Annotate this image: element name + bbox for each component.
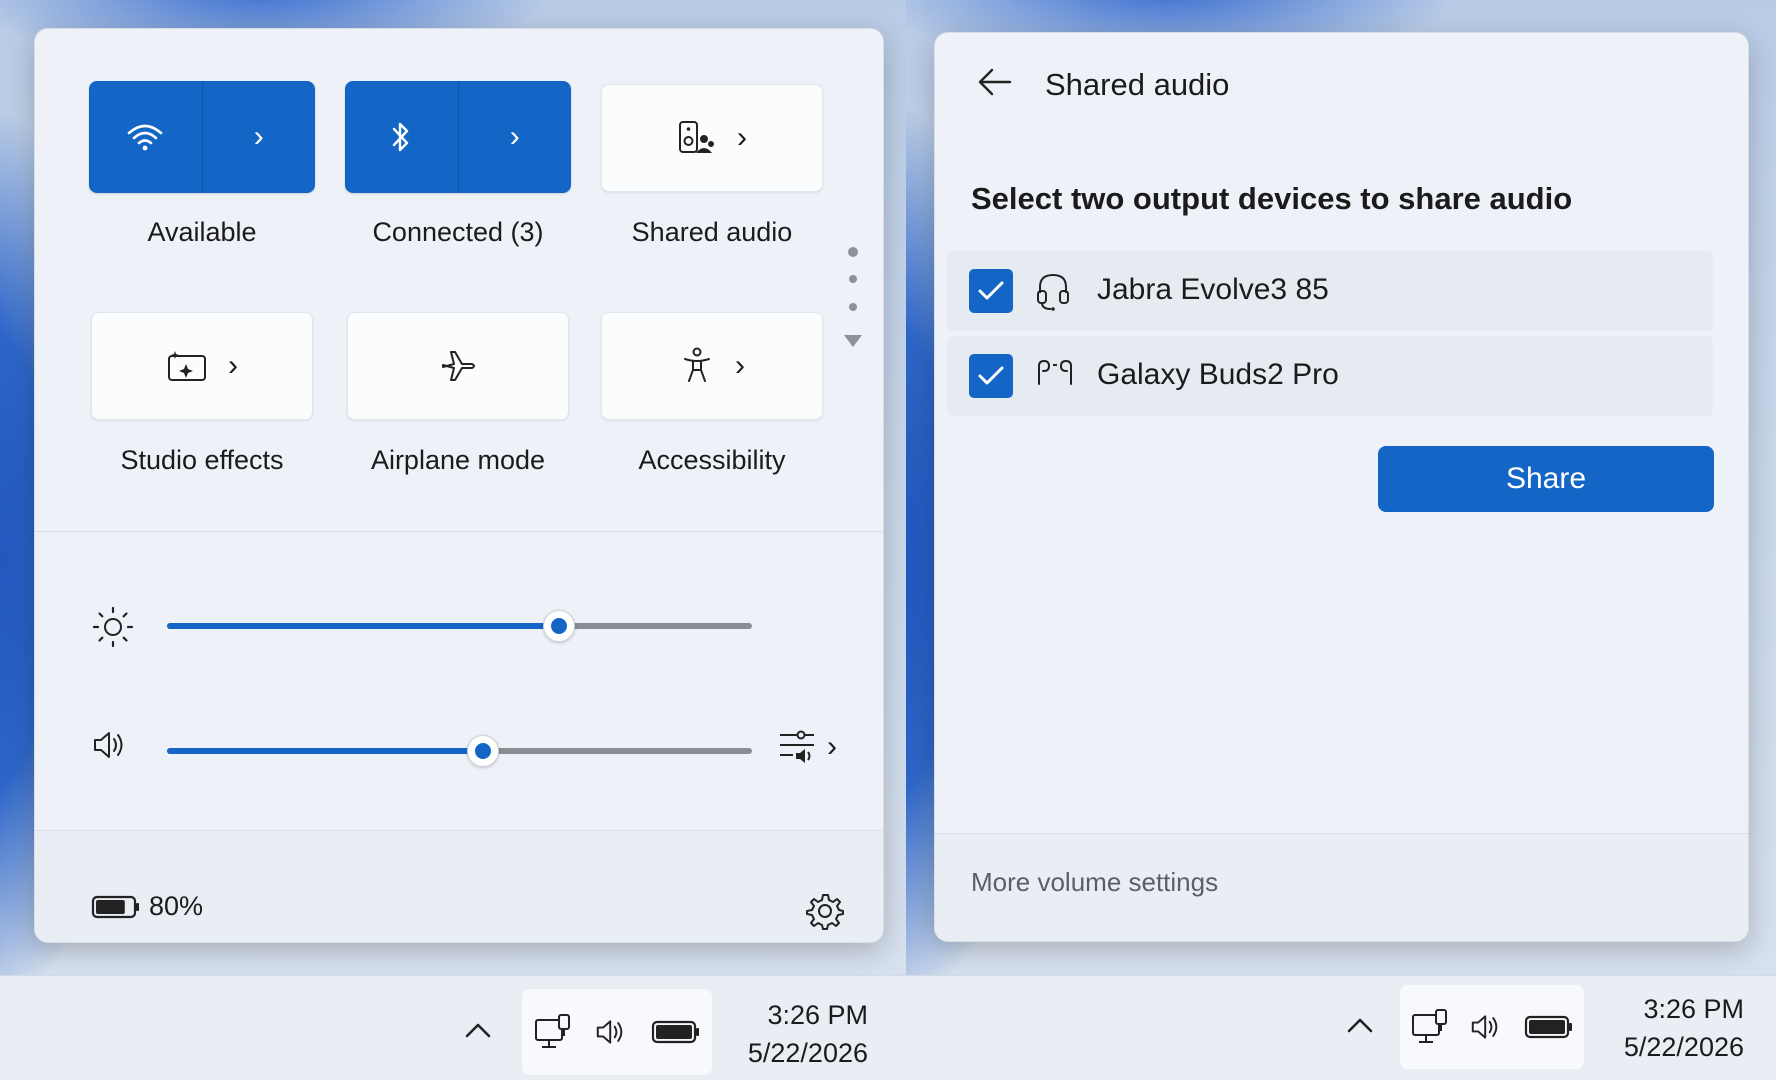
- tile-label-studio-effects: Studio effects: [120, 445, 284, 475]
- speaker-icon: [1471, 1015, 1498, 1039]
- airplane-mode-tile[interactable]: [347, 312, 569, 420]
- shared-audio-icon: [679, 121, 714, 153]
- checkmark-icon: [978, 366, 1004, 385]
- chevron-up-icon[interactable]: [464, 1021, 492, 1039]
- bluetooth-icon: [393, 122, 409, 152]
- device-name-galaxy: Galaxy Buds2 Pro: [1097, 358, 1339, 391]
- device-row-galaxy[interactable]: Galaxy Buds2 Pro: [947, 336, 1713, 416]
- chevron-up-icon[interactable]: [1346, 1016, 1374, 1034]
- share-button[interactable]: Share: [1378, 446, 1714, 512]
- bluetooth-tile: ›: [345, 81, 571, 193]
- section-divider: [35, 531, 883, 532]
- wifi-tile: ›: [89, 81, 315, 193]
- device-checkbox-jabra[interactable]: [969, 269, 1013, 313]
- brightness-slider-thumb[interactable]: [542, 610, 575, 642]
- tile-label-shared-audio: Shared audio: [631, 217, 793, 247]
- volume-mixer-icon: [780, 730, 814, 763]
- tile-label-bluetooth: Connected (3): [372, 217, 544, 247]
- shared-audio-panel: Shared audio Select two output devices t…: [934, 32, 1749, 942]
- device-row-jabra[interactable]: Jabra Evolve3 85: [947, 251, 1713, 331]
- network-icon: [534, 1014, 570, 1048]
- shared-audio-screen: Shared audio Select two output devices t…: [906, 0, 1776, 1080]
- speaker-icon[interactable]: [91, 727, 131, 763]
- tile-label-accessibility: Accessibility: [638, 445, 786, 475]
- page-down-arrow-icon[interactable]: [843, 334, 863, 348]
- chevron-right-icon: ›: [737, 121, 747, 154]
- instruction-heading: Select two output devices to share audio: [971, 181, 1573, 216]
- page-dot[interactable]: [849, 275, 857, 283]
- device-name-jabra: Jabra Evolve3 85: [1097, 273, 1329, 306]
- quick-settings-panel: › Available › Connected (3) › Shared aud…: [34, 28, 884, 943]
- chevron-right-icon: ›: [228, 349, 238, 382]
- battery-icon: [1525, 1015, 1573, 1039]
- checkmark-icon: [978, 281, 1004, 300]
- chevron-right-icon: ›: [253, 120, 264, 153]
- accessibility-icon: [684, 347, 710, 382]
- battery-fill: [96, 899, 125, 914]
- system-tray-group[interactable]: [1400, 985, 1584, 1069]
- battery-percent: 80%: [149, 891, 204, 921]
- shared-audio-tile[interactable]: ›: [601, 84, 823, 192]
- clock-time: 3:26 PM: [767, 1000, 868, 1030]
- wifi-toggle-button[interactable]: [89, 81, 202, 193]
- volume-slider-fill: [167, 748, 483, 754]
- more-volume-settings-link[interactable]: More volume settings: [971, 867, 1218, 898]
- bluetooth-expand-button[interactable]: ›: [457, 81, 572, 193]
- studio-effects-tile[interactable]: ›: [91, 312, 313, 420]
- airplane-icon: [442, 351, 475, 381]
- back-arrow-icon[interactable]: [977, 67, 1013, 97]
- taskbar: 3:26 PM 5/22/2026: [0, 975, 906, 1080]
- chevron-right-icon: ›: [827, 730, 837, 763]
- headset-icon: [1037, 273, 1069, 311]
- battery-icon: [91, 895, 139, 918]
- wifi-expand-button[interactable]: ›: [201, 81, 316, 193]
- quick-settings-screen: › Available › Connected (3) › Shared aud…: [0, 0, 906, 1080]
- earbuds-icon: [1038, 359, 1072, 385]
- tile-label-airplane-mode: Airplane mode: [370, 445, 546, 475]
- page-dot[interactable]: [849, 303, 857, 311]
- battery-status[interactable]: 80%: [91, 891, 203, 922]
- taskbar-clock[interactable]: 3:26 PM 5/22/2026: [728, 996, 868, 1072]
- brightness-slider-fill: [167, 623, 559, 629]
- taskbar: 3:26 PM 5/22/2026: [906, 975, 1776, 1080]
- brightness-slider[interactable]: [167, 610, 752, 642]
- clock-date: 5/22/2026: [1623, 1032, 1744, 1062]
- network-icon: [1411, 1009, 1447, 1043]
- brightness-icon: [92, 606, 134, 648]
- wifi-icon: [127, 124, 163, 151]
- panel-title: Shared audio: [1045, 67, 1230, 102]
- clock-time: 3:26 PM: [1643, 994, 1744, 1024]
- speaker-icon: [596, 1020, 623, 1044]
- volume-mixer-button[interactable]: ›: [777, 727, 837, 767]
- quick-settings-footer: [35, 830, 883, 942]
- page-dot-active[interactable]: [848, 247, 858, 257]
- volume-slider-thumb[interactable]: [466, 735, 499, 767]
- accessibility-tile[interactable]: ›: [601, 312, 823, 420]
- volume-slider[interactable]: [167, 735, 752, 767]
- studio-effects-icon: [168, 351, 206, 381]
- chevron-right-icon: ›: [509, 120, 520, 153]
- clock-date: 5/22/2026: [747, 1038, 868, 1068]
- chevron-right-icon: ›: [735, 349, 745, 382]
- device-checkbox-galaxy[interactable]: [969, 354, 1013, 398]
- system-tray-group[interactable]: [522, 989, 712, 1075]
- bluetooth-toggle-button[interactable]: [345, 81, 458, 193]
- gear-icon[interactable]: [805, 891, 845, 931]
- taskbar-clock[interactable]: 3:26 PM 5/22/2026: [1604, 990, 1744, 1066]
- tile-label-wifi: Available: [147, 217, 257, 247]
- battery-icon: [652, 1020, 700, 1044]
